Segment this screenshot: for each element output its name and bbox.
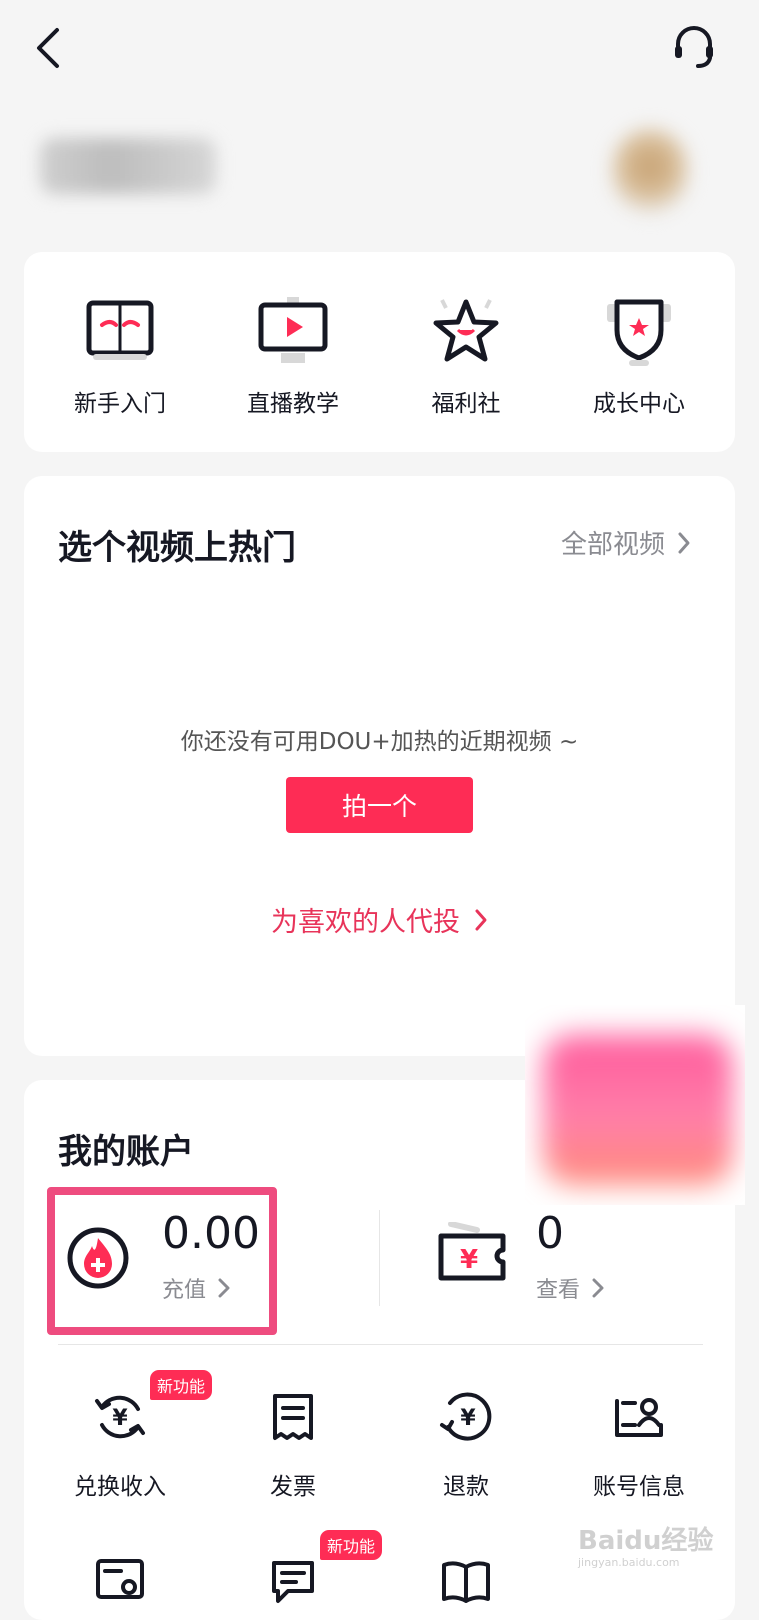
chevron-right-icon (678, 532, 690, 553)
quick-item-beginner[interactable]: 新手入门 (40, 292, 200, 418)
chevron-right-icon (592, 1278, 604, 1298)
hot-video-title: 选个视频上热门 (58, 528, 296, 568)
balance-value: 0.00 (162, 1208, 260, 1259)
svg-text:¥: ¥ (460, 1406, 476, 1431)
account-divider (379, 1210, 380, 1306)
menu-item-label: 账号信息 (593, 1474, 685, 1500)
coupon-count: 0 (536, 1208, 564, 1259)
watermark: Baidu经验 (578, 1526, 714, 1556)
exchange-income-icon: ¥ (95, 1395, 145, 1439)
back-arrow-icon (37, 28, 59, 68)
username-blurred (40, 138, 216, 194)
watermark-sub: jingyan.baidu.com (578, 1556, 680, 1569)
certificate-item[interactable] (40, 1552, 200, 1612)
account-title: 我的账户 (58, 1132, 194, 1172)
open-book-item[interactable] (386, 1552, 546, 1612)
chevron-right-icon (475, 909, 487, 930)
view-coupons-link[interactable]: 查看 (536, 1272, 604, 1304)
new-feature-badge: 新功能 (150, 1370, 213, 1400)
svg-text:¥: ¥ (460, 1245, 478, 1275)
coupon-ticket-icon: ¥ (438, 1222, 506, 1281)
book-icon (86, 300, 154, 360)
quick-item-label: 福利社 (431, 391, 501, 417)
menu-item-label: 发票 (270, 1474, 316, 1500)
exchange-income-item[interactable]: ¥ 兑换收入 (40, 1387, 200, 1501)
all-videos-label: 全部视频 (561, 530, 666, 560)
quick-item-live-tutorial[interactable]: 直播教学 (213, 292, 373, 418)
back-button[interactable] (18, 18, 78, 78)
customer-service-button[interactable] (664, 16, 724, 76)
quick-item-growth-center[interactable]: 成长中心 (559, 292, 719, 418)
refund-icon: ¥ (440, 1392, 492, 1441)
live-screen-icon (258, 297, 328, 363)
account-info-item[interactable]: 账号信息 (559, 1387, 719, 1501)
shield-icon (607, 299, 671, 366)
quick-item-label: 新手入门 (74, 391, 166, 417)
view-label: 查看 (536, 1278, 581, 1303)
empty-video-text: 你还没有可用DOU+加热的近期视频 ~ (180, 729, 579, 755)
refund-item[interactable]: ¥ 退款 (386, 1387, 546, 1501)
account-info-icon (615, 1398, 663, 1437)
chevron-right-icon (218, 1278, 230, 1298)
new-feature-badge: 新功能 (320, 1530, 383, 1560)
invoice-icon (273, 1394, 313, 1440)
proxy-boost-label: 为喜欢的人代投 (271, 907, 460, 938)
dou-coin-icon (67, 1227, 129, 1289)
menu-item-label: 退款 (443, 1474, 489, 1500)
invoice-item[interactable]: 发票 (213, 1387, 373, 1501)
promo-banner-blurred[interactable] (525, 1005, 745, 1205)
quick-item-label: 成长中心 (593, 391, 685, 417)
recharge-link[interactable]: 充值 (162, 1272, 230, 1304)
quick-item-label: 直播教学 (247, 391, 339, 417)
recharge-label: 充值 (162, 1278, 207, 1303)
star-icon (433, 299, 499, 362)
shoot-button[interactable]: 拍一个 (286, 777, 473, 833)
proxy-boost-link[interactable]: 为喜欢的人代投 (24, 900, 735, 939)
open-book-icon (442, 1561, 490, 1603)
account-section-divider (58, 1344, 703, 1345)
quick-item-welfare[interactable]: 福利社 (386, 292, 546, 418)
avatar[interactable] (612, 128, 688, 214)
menu-item-label: 兑换收入 (74, 1474, 166, 1500)
all-videos-link[interactable]: 全部视频 (561, 524, 691, 561)
svg-text:¥: ¥ (112, 1406, 128, 1431)
message-icon (272, 1561, 314, 1603)
message-item[interactable] (213, 1552, 373, 1612)
headset-icon (675, 26, 713, 68)
